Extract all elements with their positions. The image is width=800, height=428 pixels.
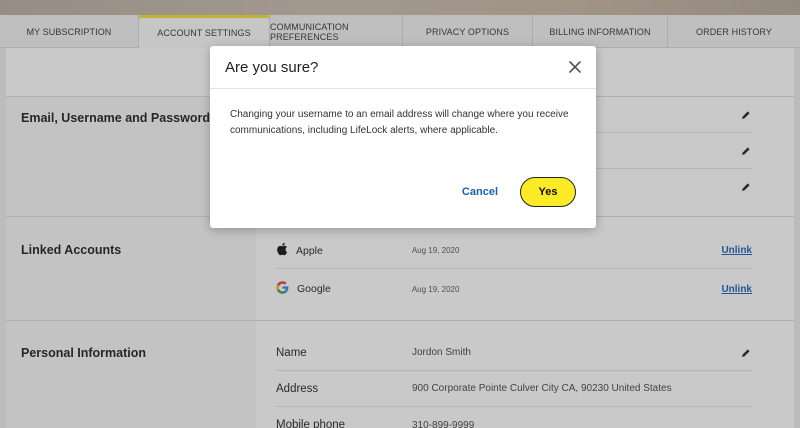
close-icon[interactable] — [568, 60, 582, 74]
dialog-actions: Cancel Yes — [462, 177, 576, 207]
confirm-dialog: Are you sure? Changing your username to … — [210, 46, 596, 228]
dialog-header: Are you sure? — [210, 46, 596, 89]
cancel-button[interactable]: Cancel — [462, 186, 498, 198]
dialog-title: Are you sure? — [225, 58, 319, 76]
dialog-message: Changing your username to an email addre… — [230, 109, 569, 136]
yes-button[interactable]: Yes — [520, 177, 576, 207]
